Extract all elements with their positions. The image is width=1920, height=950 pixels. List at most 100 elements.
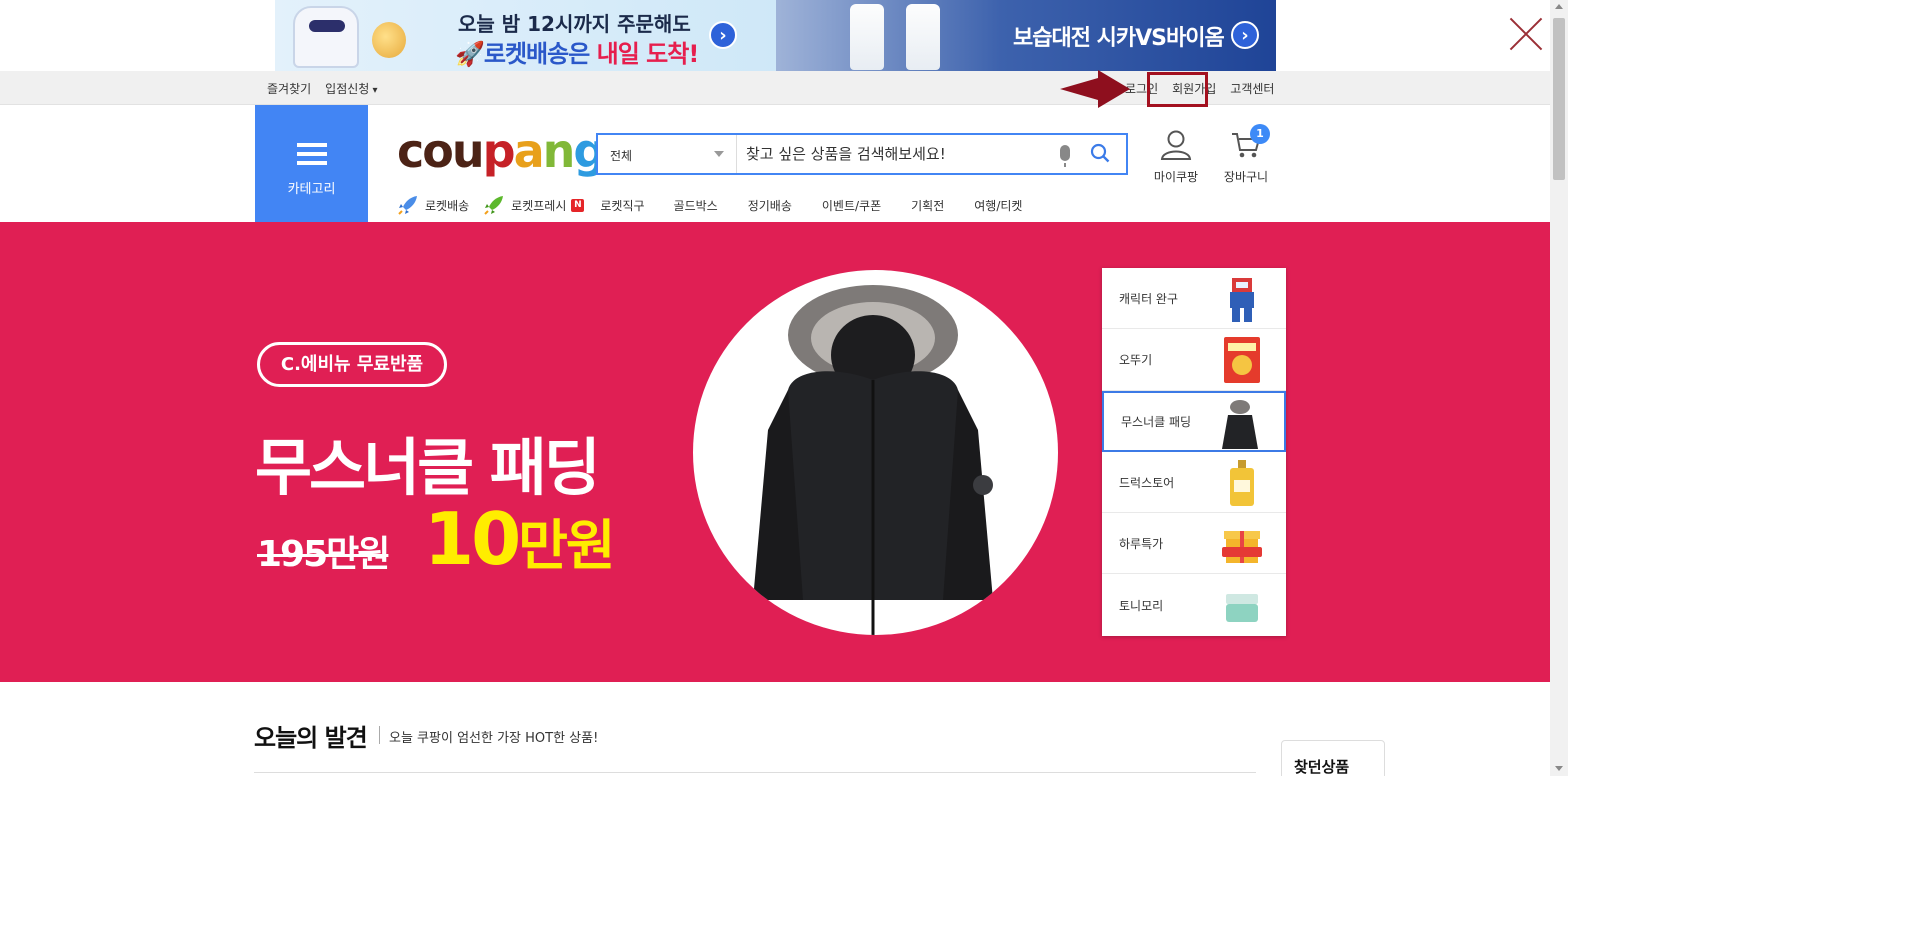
ramen-pack-thumbnail — [1224, 337, 1260, 384]
today-section-subtitle: 오늘 쿠팡이 엄선한 가장 HOT한 상품! — [389, 731, 599, 746]
gnb-gold-box[interactable]: 골드박스 — [674, 194, 718, 216]
chevron-right-icon[interactable]: › — [709, 21, 737, 49]
ad-right-text: 보습대전 시카VS바이옴 — [1013, 26, 1225, 51]
side-item-label: 무스너클 패딩 — [1121, 414, 1192, 429]
hero-old-price: 195만원 — [257, 534, 390, 575]
top-ad-banner[interactable]: 오늘 밤 12시까지 주문해도 🚀로켓배송은 내일 도착! › 보습대전 시카V… — [275, 0, 1276, 71]
chevron-down-icon — [714, 151, 724, 157]
search-input[interactable] — [746, 135, 1046, 173]
close-icon[interactable] — [1508, 16, 1544, 52]
gnb-travel-tickets[interactable]: 여행/티켓 — [974, 194, 1022, 216]
side-item-ottogi[interactable]: 오뚜기 — [1102, 329, 1286, 391]
ad-device-image — [293, 6, 359, 68]
side-item-label: 오뚜기 — [1119, 352, 1153, 367]
cream-jar-thumbnail — [1226, 594, 1258, 623]
hero-badge: C.에비뉴 무료반품 — [257, 342, 447, 387]
ad-left-line2: 🚀로켓배송은 내일 도착! — [455, 34, 700, 69]
my-coupang-button[interactable]: 마이쿠팡 — [1150, 130, 1202, 185]
seller-apply-dropdown[interactable]: 입점신청 — [325, 80, 377, 97]
chevron-right-icon[interactable]: › — [1231, 21, 1259, 49]
ad-moisture-event[interactable]: 보습대전 시카VS바이옴 › — [776, 0, 1276, 71]
scrollbar-thumb[interactable] — [1553, 18, 1565, 180]
ad-left-line2-highlight: 내일 도착! — [596, 40, 700, 68]
gnb-events-coupons[interactable]: 이벤트/쿠폰 — [822, 194, 881, 216]
rocket-icon — [484, 196, 504, 215]
search-icon[interactable] — [1090, 143, 1110, 163]
cart-button[interactable]: 1 장바구니 — [1220, 124, 1272, 185]
rocket-icon — [398, 196, 417, 215]
cart-label: 장바구니 — [1223, 170, 1269, 184]
annotation-arrow-icon — [1060, 70, 1130, 108]
logo-part: cou — [397, 124, 485, 178]
side-item-moose-knuckles-padding[interactable]: 무스너클 패딩 — [1102, 390, 1286, 452]
mic-icon[interactable] — [1060, 145, 1070, 167]
side-item-label: 토니모리 — [1119, 598, 1164, 613]
hero-new-price: 10만원 — [424, 497, 616, 581]
logo-part: p — [482, 124, 516, 178]
gnb-item-label: 로켓배송 — [425, 198, 470, 213]
ad-pear-image — [372, 22, 406, 58]
cart-count-badge: 1 — [1250, 124, 1270, 144]
gnb-rocket-direct[interactable]: 로켓직구 — [600, 194, 644, 216]
side-item-daily-deal[interactable]: 하루특가 — [1102, 513, 1286, 575]
ad-left-line2-prefix: 로켓배송은 — [483, 40, 597, 68]
recent-products-widget[interactable]: 찾던상품 — [1281, 740, 1385, 776]
side-item-drugstore[interactable]: 드럭스토어 — [1102, 452, 1286, 514]
logo-part: n — [542, 124, 576, 178]
gnb-menu: 로켓배송 로켓프레시 N 로켓직구 골드박스 정기배송 이벤트/쿠폰 기획전 여… — [397, 194, 1022, 216]
gnb-regular-delivery[interactable]: 정기배송 — [748, 194, 792, 216]
hero-title: 무스너클 패딩 — [255, 431, 601, 504]
search-bar: 전체 — [596, 133, 1128, 175]
side-item-label: 캐릭터 완구 — [1119, 291, 1179, 306]
scroll-down-icon[interactable] — [1555, 766, 1563, 771]
jacket-thumbnail — [1222, 399, 1258, 449]
gnb-item-label: 이벤트/쿠폰 — [821, 198, 882, 213]
page-scrollbar[interactable] — [1550, 0, 1568, 776]
hero-banner[interactable]: C.에비뉴 무료반품 무스너클 패딩 195만원 10만원 캐릭터 완구 오뚜기… — [0, 222, 1550, 682]
hero-new-price-number: 10 — [424, 497, 521, 581]
category-menu-button[interactable]: 카테고리 — [255, 105, 368, 222]
robot-toy-thumbnail — [1230, 278, 1254, 322]
ad-bottle-image — [850, 4, 884, 70]
hero-product-image — [693, 270, 1058, 635]
logo-part: a — [513, 124, 545, 178]
recent-products-label: 찾던상품 — [1294, 758, 1350, 776]
my-coupang-label: 마이쿠팡 — [1153, 170, 1199, 184]
gnb-item-label: 기획전 — [911, 198, 945, 213]
gnb-rocket-delivery[interactable]: 로켓배송 — [397, 194, 469, 216]
today-section-title: 오늘의 발견 — [254, 724, 368, 752]
gnb-item-label: 여행/티켓 — [974, 198, 1023, 213]
search-category-select[interactable]: 전체 — [598, 135, 737, 173]
util-left-links: 즐겨찾기 입점신청 — [267, 80, 378, 97]
padding-jacket-image — [753, 285, 993, 635]
side-item-label: 하루특가 — [1119, 536, 1164, 551]
coupang-homepage: 오늘 밤 12시까지 주문해도 🚀로켓배송은 내일 도착! › 보습대전 시카V… — [0, 0, 1568, 776]
coupang-logo[interactable]: coupang — [397, 124, 606, 178]
side-item-character-toys[interactable]: 캐릭터 완구 — [1102, 268, 1286, 330]
gnb-item-label: 정기배송 — [747, 198, 792, 213]
side-item-tonymoly[interactable]: 토니모리 — [1102, 574, 1286, 635]
gift-sale-thumbnail — [1222, 531, 1262, 564]
rocket-icon: 🚀 — [455, 40, 485, 68]
ad-left-line1: 오늘 밤 12시까지 주문해도 — [458, 12, 691, 36]
oil-bottle-thumbnail — [1230, 459, 1254, 506]
gnb-rocket-fresh[interactable]: 로켓프레시 N — [483, 194, 585, 216]
ad-rocket-delivery[interactable]: 오늘 밤 12시까지 주문해도 🚀로켓배송은 내일 도착! › — [275, 0, 776, 71]
gnb-item-label: 로켓직구 — [600, 198, 645, 213]
divider — [254, 772, 1256, 773]
hero-new-price-unit: 만원 — [518, 514, 615, 577]
hero-side-list: 캐릭터 완구 오뚜기 무스너클 패딩 드럭스토어 하루특가 토니모리 — [1102, 268, 1286, 636]
new-badge: N — [571, 198, 585, 212]
scroll-up-icon[interactable] — [1555, 4, 1563, 9]
side-item-label: 드럭스토어 — [1119, 475, 1175, 490]
gnb-item-label: 골드박스 — [673, 198, 718, 213]
gnb-item-label: 로켓프레시 — [511, 198, 567, 213]
hamburger-icon — [297, 143, 327, 165]
customer-center-link[interactable]: 고객센터 — [1230, 80, 1274, 97]
signup-highlight-box — [1147, 72, 1208, 107]
user-icon — [1160, 130, 1192, 160]
gnb-exhibitions[interactable]: 기획전 — [911, 194, 944, 216]
divider — [379, 726, 380, 744]
search-category-value: 전체 — [610, 149, 633, 163]
favorites-link[interactable]: 즐겨찾기 — [267, 80, 311, 97]
